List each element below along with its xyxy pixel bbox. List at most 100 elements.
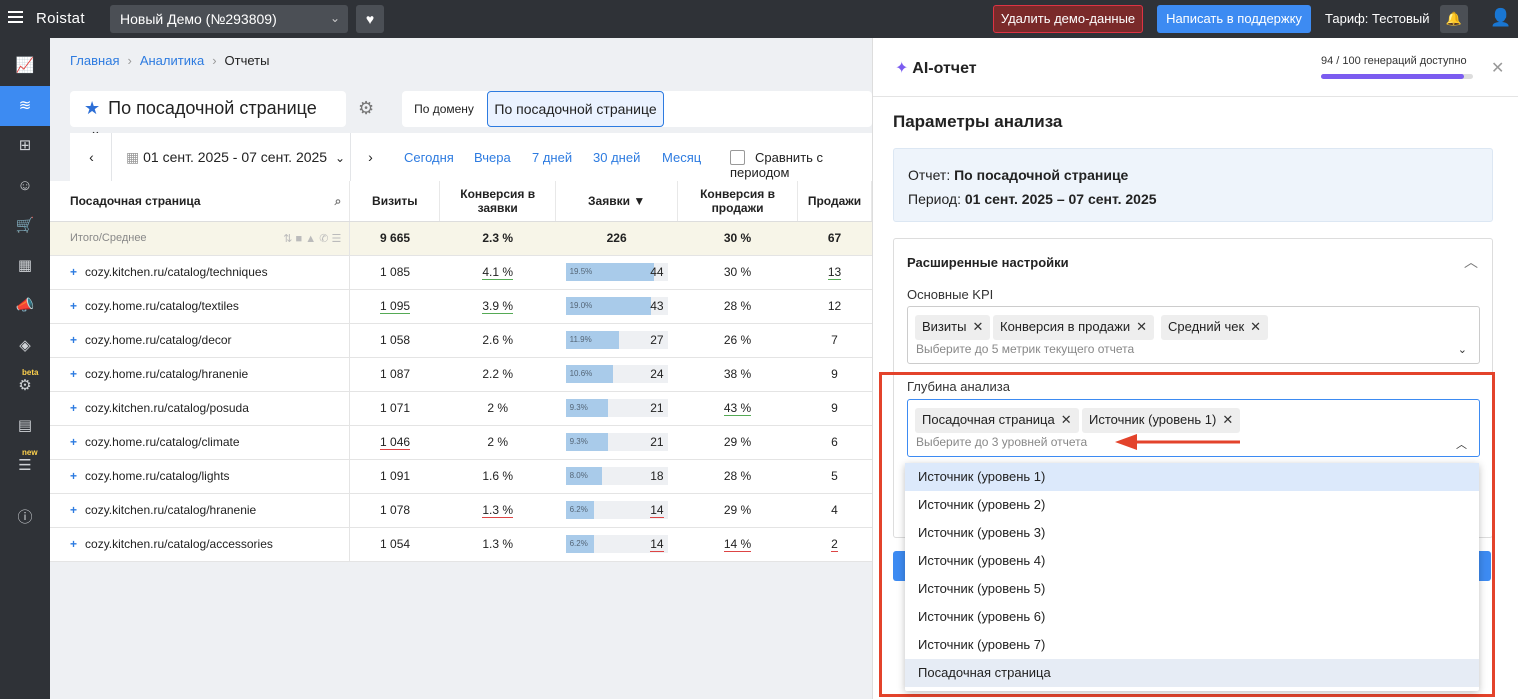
quick-today[interactable]: Сегодня (404, 150, 454, 165)
stack-icon[interactable]: ◈ (0, 326, 50, 366)
page-cell[interactable]: + cozy.home.ru/catalog/climate (50, 425, 351, 460)
checkbox-icon[interactable] (730, 150, 745, 165)
expand-icon[interactable]: + (70, 503, 77, 517)
quick-30days[interactable]: 30 дней (593, 150, 640, 165)
calendar-icon[interactable]: ▦ (0, 246, 50, 286)
table-row[interactable]: + cozy.home.ru/catalog/decor 1 058 2.6 % 11.… (50, 323, 872, 358)
star-icon[interactable]: ★ (84, 98, 100, 118)
col-leads[interactable]: Заявки ▼ (555, 181, 679, 222)
report-select[interactable]: ★ По посадочной странице ⌄ (70, 91, 346, 138)
expand-icon[interactable]: + (70, 537, 77, 551)
kpi-chip[interactable]: Средний чек ✕ (1161, 315, 1269, 340)
col-visits[interactable]: Визиты (349, 181, 441, 222)
expand-icon[interactable]: + (70, 299, 77, 313)
expand-icon[interactable]: + (70, 435, 77, 449)
dropdown-option[interactable]: Источник (уровень 4) (905, 547, 1479, 575)
toolbar-icons[interactable]: ⇅ ■ ▲ ✆ ☰ (283, 232, 341, 245)
page-cell[interactable]: + cozy.home.ru/catalog/hranenie (50, 357, 351, 392)
col-sales[interactable]: Продажи (797, 181, 873, 222)
page-cell[interactable]: + cozy.home.ru/catalog/decor (50, 323, 351, 358)
heart-icon[interactable]: ♥ (356, 5, 384, 33)
table-row[interactable]: + cozy.home.ru/catalog/climate 1 046 2 % 9.3… (50, 425, 872, 460)
cart-icon[interactable]: 🛒 (0, 206, 50, 246)
close-icon[interactable]: ✕ (972, 319, 983, 334)
page-cell[interactable]: + cozy.home.ru/catalog/lights (50, 459, 351, 494)
date-range[interactable]: ▦ 01 сент. 2025 - 07 сент. 2025 ⌄ (126, 149, 345, 166)
col-conv-sales[interactable]: Конверсия в продажи (677, 181, 798, 222)
breadcrumb-home[interactable]: Главная (70, 53, 119, 68)
board-icon[interactable]: ▤ (0, 406, 50, 446)
dropdown-option[interactable]: Источник (уровень 2) (905, 491, 1479, 519)
support-button[interactable]: Написать в поддержку (1157, 5, 1311, 33)
info-icon[interactable]: ⓘ (0, 498, 50, 538)
report-info: Отчет: По посадочной странице Период: 01… (893, 148, 1493, 222)
leads-value: 14 (650, 503, 664, 518)
quick-7days[interactable]: 7 дней (532, 150, 572, 165)
table-row[interactable]: + cozy.kitchen.ru/catalog/accessories 1 05… (50, 527, 872, 562)
page-url: cozy.kitchen.ru/catalog/accessories (85, 537, 273, 551)
dropdown-option[interactable]: Источник (уровень 5) (905, 575, 1479, 603)
col-page[interactable]: Посадочная страница ⌕ (50, 181, 351, 222)
advanced-title[interactable]: Расширенные настройки (907, 255, 1069, 270)
table-row[interactable]: + cozy.home.ru/catalog/lights 1 091 1.6 % 8.… (50, 459, 872, 494)
tab-landing-page[interactable]: По посадочной странице (487, 91, 664, 127)
search-icon[interactable]: ⌕ (335, 194, 342, 208)
dropdown-option[interactable]: Источник (уровень 3) (905, 519, 1479, 547)
chevron-right-icon[interactable]: › (350, 133, 390, 181)
close-icon[interactable]: ✕ (1136, 319, 1147, 334)
gear-icon[interactable]: ⚙ (358, 98, 374, 119)
close-icon[interactable]: ✕ (1250, 319, 1261, 334)
contact-icon[interactable]: ☺ (0, 166, 50, 206)
kpi-chip[interactable]: Визиты ✕ (915, 315, 991, 340)
table-row[interactable]: + cozy.kitchen.ru/catalog/posuda 1 071 2 % 9… (50, 391, 872, 426)
dropdown-option[interactable]: Источник (уровень 6) (905, 603, 1479, 631)
dropdown-option[interactable]: Источник (уровень 1) (905, 463, 1479, 491)
close-icon[interactable]: ✕ (1491, 58, 1504, 78)
page-cell[interactable]: + cozy.kitchen.ru/catalog/accessories (50, 527, 351, 562)
expand-icon[interactable]: + (70, 367, 77, 381)
bell-icon[interactable]: 🔔 (1440, 5, 1468, 33)
beta-badge: beta (22, 368, 39, 377)
user-icon[interactable]: 👤 (1490, 8, 1511, 28)
quick-month[interactable]: Месяц (662, 150, 701, 165)
chevron-left-icon[interactable]: ‹ (72, 133, 112, 181)
tab-domain[interactable]: По домену (406, 95, 482, 123)
page-cell[interactable]: + cozy.kitchen.ru/catalog/hranenie (50, 493, 351, 528)
megaphone-icon[interactable]: 📣 (0, 286, 50, 326)
table-row[interactable]: + cozy.kitchen.ru/catalog/hranenie 1 078 1.… (50, 493, 872, 528)
menu-icon[interactable] (8, 11, 23, 13)
info-period: 01 сент. 2025 – 07 сент. 2025 (964, 191, 1157, 207)
layers-icon[interactable]: ≋ (0, 86, 50, 126)
expand-icon[interactable]: + (70, 265, 77, 279)
compare-checkbox[interactable]: Сравнить с периодом (730, 150, 872, 180)
expand-icon[interactable]: + (70, 333, 77, 347)
col-conv-leads[interactable]: Конверсия в заявки (439, 181, 557, 222)
hierarchy-icon[interactable]: ⊞ (0, 126, 50, 166)
tariff-label[interactable]: Тариф: Тестовый (1325, 11, 1430, 26)
chevron-down-icon[interactable]: ⌄ (1458, 343, 1467, 356)
table-row[interactable]: + cozy.home.ru/catalog/hranenie 1 087 2.2 %… (50, 357, 872, 392)
delete-demo-button[interactable]: Удалить демо-данные (993, 5, 1143, 33)
breadcrumb-reports: Отчеты (224, 53, 270, 68)
page-cell[interactable]: + cozy.kitchen.ru/catalog/posuda (50, 391, 351, 426)
chart-icon[interactable]: 📈 (0, 46, 50, 86)
total-conv-leads: 2.3 % (439, 221, 556, 256)
project-select[interactable]: Новый Демо (№293809) ⌄ (110, 5, 348, 33)
breadcrumb-analytics[interactable]: Аналитика (140, 53, 204, 68)
kpi-chip[interactable]: Конверсия в продажи ✕ (993, 315, 1155, 340)
chevron-up-icon[interactable]: ︿ (1464, 252, 1478, 272)
conv-sales-cell: 28 % (677, 459, 798, 494)
expand-icon[interactable]: + (70, 469, 77, 483)
dropdown-option[interactable]: Источник (уровень 7) (905, 631, 1479, 659)
table-row[interactable]: + cozy.home.ru/catalog/textiles 1 095 3.9 %… (50, 289, 872, 324)
expand-icon[interactable]: + (70, 401, 77, 415)
page-cell[interactable]: + cozy.kitchen.ru/catalog/techniques (50, 255, 351, 290)
page-url: cozy.home.ru/catalog/hranenie (85, 367, 249, 381)
conv-leads-cell: 2.6 % (439, 323, 556, 358)
page-cell[interactable]: + cozy.home.ru/catalog/textiles (50, 289, 351, 324)
kpi-select[interactable]: Визиты ✕ Конверсия в продажи ✕ Средний чек… (907, 306, 1480, 364)
dropdown-option[interactable]: Посадочная страница (905, 659, 1479, 687)
visits-cell: 1 091 (349, 459, 440, 494)
table-row[interactable]: + cozy.kitchen.ru/catalog/techniques 1 085… (50, 255, 872, 290)
quick-yesterday[interactable]: Вчера (474, 150, 511, 165)
